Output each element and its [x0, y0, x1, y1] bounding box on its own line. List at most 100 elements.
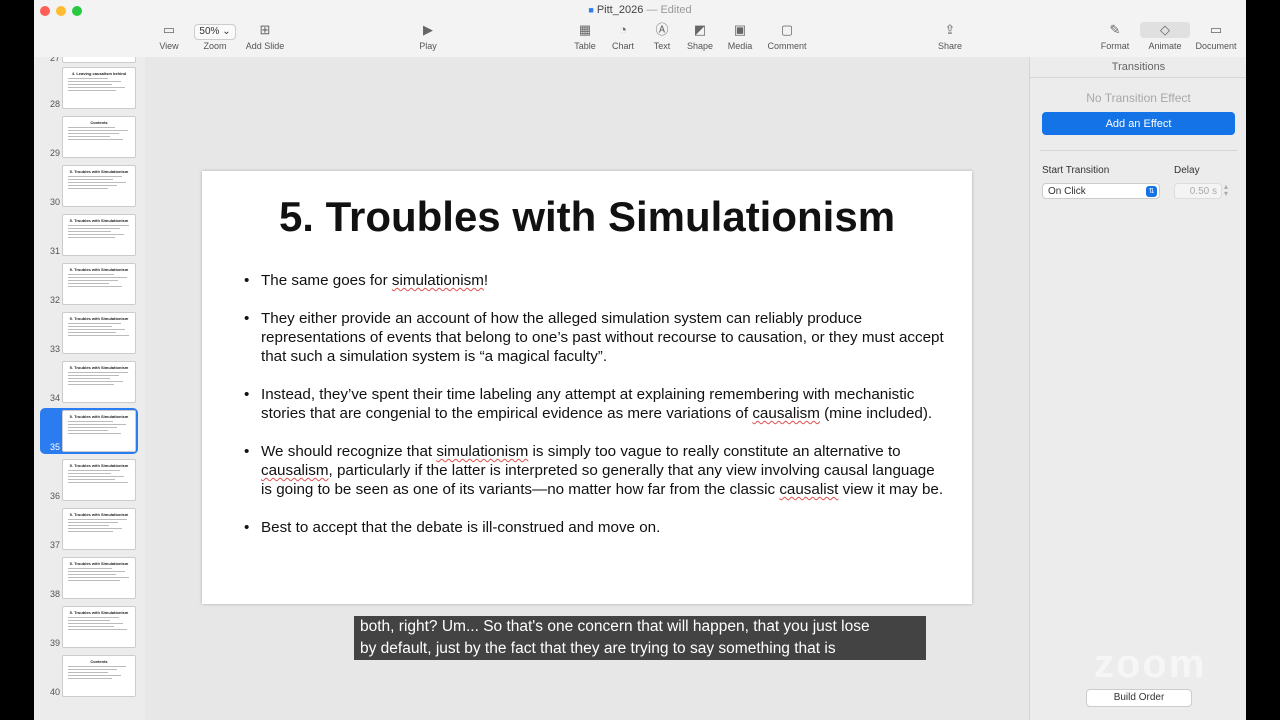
- thumbnail-text-line: [68, 280, 118, 281]
- thumbnail-text-line: [68, 130, 128, 131]
- build-order-button[interactable]: Build Order: [1086, 689, 1192, 707]
- slide-body[interactable]: The same goes for simulationism! They ei…: [244, 271, 944, 556]
- slide-thumbnail: Contents: [62, 655, 136, 697]
- add-slide-button[interactable]: ⊞ Add Slide: [240, 22, 290, 51]
- add-effect-button[interactable]: Add an Effect: [1042, 112, 1235, 135]
- thumbnail-text-line: [68, 381, 123, 382]
- thumbnail-text-line: [68, 133, 119, 134]
- slide-thumb-28[interactable]: 28 4. Leaving causalism behind: [34, 65, 145, 111]
- start-transition-label: Start Transition: [1042, 165, 1110, 176]
- thumbnail-text-line: [68, 470, 120, 471]
- thumbnail-text-line: [68, 237, 115, 238]
- slide-number: 39: [49, 638, 60, 648]
- thumbnail-text-line: [68, 531, 113, 532]
- add-slide-label: Add Slide: [245, 41, 285, 51]
- share-label: Share: [937, 41, 963, 51]
- slide[interactable]: 5. Troubles with Simulationism The same …: [202, 171, 972, 604]
- format-button[interactable]: ✎ Format: [1090, 22, 1140, 51]
- slide-thumb-35[interactable]: 35 5. Troubles with Simulationism: [40, 408, 138, 454]
- slide-thumb-partial[interactable]: 27: [34, 57, 145, 65]
- slide-number: 32: [49, 295, 60, 305]
- thumbnail-text-line: [68, 185, 117, 186]
- thumbnail-title: 5. Troubles with Simulationism: [69, 218, 129, 223]
- slide-thumb-40[interactable]: 40 Contents: [34, 653, 145, 699]
- slide-thumbnail: 5. Troubles with Simulationism: [62, 606, 136, 648]
- slide-thumb-33[interactable]: 33 5. Troubles with Simulationism: [34, 310, 145, 356]
- thumbnail-text-line: [68, 274, 114, 275]
- slide-number: 36: [49, 491, 60, 501]
- slide-thumb-30[interactable]: 30 5. Troubles with Simulationism: [34, 163, 145, 209]
- bullet-2: They either provide an account of how th…: [244, 309, 944, 366]
- thumbnail-text-line: [68, 473, 111, 474]
- bullet-1: The same goes for simulationism!: [244, 271, 944, 290]
- animate-button[interactable]: ◇ Animate: [1140, 22, 1190, 51]
- slide-thumb-39[interactable]: 39 5. Troubles with Simulationism: [34, 604, 145, 650]
- divider: [1040, 150, 1237, 151]
- slide-thumbnail: 5. Troubles with Simulationism: [62, 165, 136, 207]
- slide-number: 34: [49, 393, 60, 403]
- slide-thumb-34[interactable]: 34 5. Troubles with Simulationism: [34, 359, 145, 405]
- title-separator: —: [646, 4, 658, 16]
- view-button[interactable]: ▭ View: [144, 22, 194, 51]
- media-icon: ▣: [733, 22, 747, 37]
- b5-text: Best to accept that the debate is ill-co…: [261, 519, 661, 536]
- bullet-5: Best to accept that the debate is ill-co…: [244, 518, 944, 537]
- slide-number: 28: [49, 99, 60, 109]
- bullet-4: We should recognize that simulationism i…: [244, 442, 944, 499]
- thumbnail-title: 5. Troubles with Simulationism: [69, 463, 129, 468]
- thumbnail-text-line: [68, 620, 110, 621]
- slide-thumbnail: 5. Troubles with Simulationism: [62, 263, 136, 305]
- slide-number: 31: [49, 246, 60, 256]
- caption-line-2: by default, just by the fact that they a…: [360, 640, 836, 657]
- inspector-panel: Transitions No Transition Effect Add an …: [1029, 57, 1246, 720]
- thumbnail-text-line: [68, 571, 125, 572]
- media-button[interactable]: ▣ Media: [715, 22, 765, 51]
- animate-icon: ◇: [1140, 22, 1190, 38]
- document-status: Edited: [660, 4, 692, 16]
- document-button[interactable]: ▭ Document: [1191, 22, 1241, 51]
- zoom-control[interactable]: 50% ⌄ Zoom: [190, 22, 240, 51]
- animate-label: Animate: [1148, 41, 1182, 51]
- thumbnail-text-line: [68, 286, 122, 287]
- divider: [1030, 77, 1246, 78]
- start-transition-select[interactable]: On Click ⇅: [1042, 183, 1160, 199]
- slide-thumb-31[interactable]: 31 5. Troubles with Simulationism: [34, 212, 145, 258]
- b1-end: !: [483, 272, 489, 289]
- slide-thumb-36[interactable]: 36 5. Troubles with Simulationism: [34, 457, 145, 503]
- slide-thumbnail: 5. Troubles with Simulationism: [62, 459, 136, 501]
- thumbnail-title: 5. Troubles with Simulationism: [69, 267, 129, 272]
- window-title: ■ Pitt_2026 — Edited: [34, 4, 1246, 16]
- thumbnail-text-line: [68, 580, 120, 581]
- slide-title[interactable]: 5. Troubles with Simulationism: [202, 193, 972, 241]
- thumbnail-text-line: [68, 421, 113, 422]
- slide-number: 35: [49, 442, 60, 452]
- slide-thumb-29[interactable]: 29 Contents: [34, 114, 145, 160]
- delay-stepper[interactable]: ▴ ▾: [1224, 183, 1228, 198]
- thumbnail-text-line: [68, 375, 119, 376]
- b2-text: They either provide an account of how th…: [261, 310, 944, 365]
- slide-thumb-32[interactable]: 32 5. Troubles with Simulationism: [34, 261, 145, 307]
- thumbnail-text-line: [68, 188, 108, 189]
- thumbnail-text-line: [68, 482, 128, 483]
- share-button[interactable]: ⇪ Share: [925, 22, 975, 51]
- thumbnail-text-line: [68, 525, 109, 526]
- comment-button[interactable]: ▢ Comment: [762, 22, 812, 51]
- thumbnail-title: 5. Troubles with Simulationism: [69, 610, 129, 615]
- format-label: Format: [1100, 41, 1130, 51]
- thumbnail-title: 5. Troubles with Simulationism: [69, 316, 129, 321]
- thumbnail-text-line: [68, 519, 127, 520]
- play-button[interactable]: ▶ Play: [403, 22, 453, 51]
- bullet-3: Instead, they’ve spent their time labeli…: [244, 385, 944, 423]
- zoom-dropdown[interactable]: 50% ⌄: [190, 22, 240, 40]
- comment-icon: ▢: [780, 22, 794, 37]
- thumbnail-text-line: [68, 176, 122, 177]
- slide-thumb-37[interactable]: 37 5. Troubles with Simulationism: [34, 506, 145, 552]
- delay-field[interactable]: 0.50 s: [1174, 183, 1222, 199]
- thumbnail-title: 5. Troubles with Simulationism: [69, 414, 129, 419]
- slide-navigator[interactable]: 27 28 4. Leaving causalism behind 29 Conten…: [34, 57, 146, 720]
- thumbnail-text-line: [68, 332, 116, 333]
- b4-term-3: causalist: [779, 481, 839, 498]
- inspector-tab-transitions[interactable]: Transitions: [1030, 61, 1246, 73]
- slide-thumb-38[interactable]: 38 5. Troubles with Simulationism: [34, 555, 145, 601]
- sidebar-icon: ▭: [162, 22, 176, 37]
